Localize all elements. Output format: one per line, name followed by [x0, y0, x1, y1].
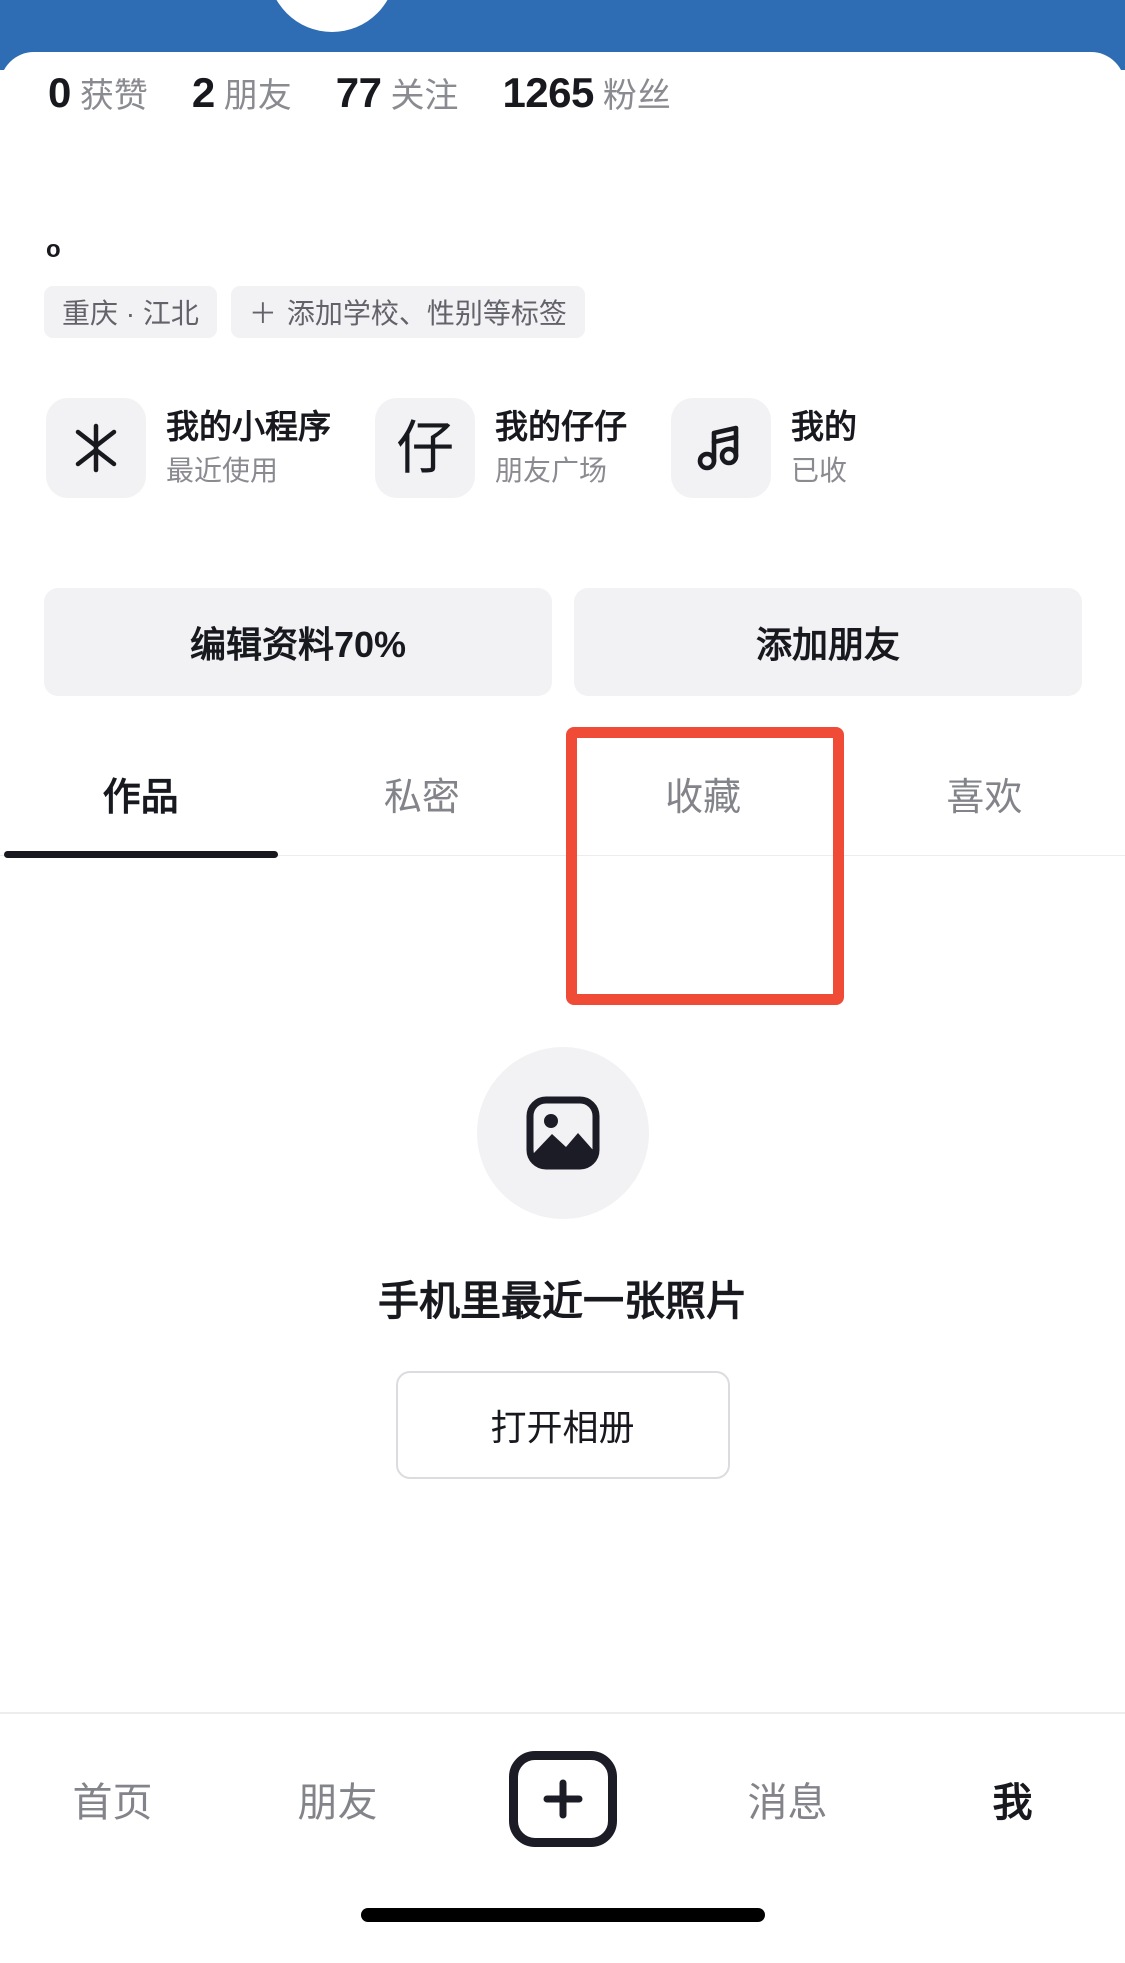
- mini-card-zaizai-text: 我的仔仔 朋友广场: [495, 406, 627, 490]
- bottom-nav: 首页 朋友 消息 我: [0, 1714, 1125, 1884]
- nav-item-home[interactable]: 首页: [0, 1770, 225, 1828]
- mini-card-miniprogram-title: 我的小程序: [166, 408, 331, 446]
- mini-card-miniprogram-subtitle: 最近使用: [166, 455, 279, 487]
- empty-state: 手机里最近一张照片 打开相册: [0, 1047, 1125, 1479]
- stat-following[interactable]: 77 关注: [336, 68, 459, 117]
- zaizai-icon: 仔: [375, 398, 475, 498]
- empty-state-title: 手机里最近一张照片: [378, 1278, 747, 1324]
- mini-card-miniprogram-text: 我的小程序 最近使用: [166, 406, 331, 490]
- sparkle-icon: [46, 398, 146, 498]
- mini-program-cards: 我的小程序 最近使用 仔 我的仔仔 朋友广场 我的 已收: [46, 398, 901, 498]
- tag-location-label: 重庆 · 江北: [62, 298, 199, 329]
- profile-content-card: [0, 52, 1125, 1963]
- mini-card-music-title: 我的: [791, 408, 857, 446]
- image-placeholder-icon: [476, 1047, 649, 1219]
- mini-card-music-subtitle: 已收: [791, 455, 848, 487]
- nav-item-create[interactable]: [450, 1751, 675, 1847]
- profile-bio[interactable]: o: [46, 238, 61, 262]
- stat-followers-value: 1265: [502, 69, 594, 116]
- stat-following-value: 77: [335, 69, 382, 116]
- profile-tabs-row: 作品 私密 收藏 喜欢: [0, 730, 1125, 856]
- mini-card-music[interactable]: 我的 已收: [671, 398, 857, 498]
- home-indicator: [360, 1908, 765, 1922]
- stat-likes-label: 获赞: [79, 77, 148, 115]
- tab-favorites[interactable]: 收藏: [563, 730, 844, 856]
- profile-tags: 重庆 · 江北 ＋ 添加学校、性别等标签: [44, 286, 599, 338]
- stat-followers[interactable]: 1265 粉丝: [502, 68, 670, 117]
- profile-stats: 0 获赞 2 朋友 77 关注 1265 粉丝: [48, 68, 715, 117]
- open-album-button[interactable]: 打开相册: [395, 1371, 730, 1479]
- tag-location[interactable]: 重庆 · 江北: [44, 286, 217, 338]
- app-screen: 0 获赞 2 朋友 77 关注 1265 粉丝 o 重庆 · 江北 ＋ 添加学校…: [0, 0, 1125, 1963]
- tab-likes[interactable]: 喜欢: [844, 730, 1125, 856]
- stat-friends[interactable]: 2 朋友: [192, 68, 292, 117]
- nav-item-friends[interactable]: 朋友: [225, 1770, 450, 1828]
- stat-likes-value: 0: [48, 69, 71, 116]
- mini-card-zaizai-subtitle: 朋友广场: [495, 455, 608, 487]
- stat-following-label: 关注: [390, 77, 459, 115]
- tab-private[interactable]: 私密: [281, 730, 562, 856]
- tab-works[interactable]: 作品: [0, 730, 281, 856]
- plus-button-icon: [508, 1751, 617, 1847]
- plus-icon: ＋: [248, 298, 277, 329]
- music-note-icon: [671, 398, 771, 498]
- profile-actions: 编辑资料70% 添加朋友: [44, 588, 1082, 696]
- tag-add-label: 添加学校、性别等标签: [286, 298, 567, 329]
- active-tab-indicator: [4, 851, 278, 858]
- nav-item-me[interactable]: 我: [900, 1770, 1125, 1828]
- stat-friends-label: 朋友: [223, 77, 292, 115]
- mini-card-zaizai[interactable]: 仔 我的仔仔 朋友广场: [375, 398, 627, 498]
- nav-item-messages[interactable]: 消息: [675, 1770, 900, 1828]
- mini-card-miniprogram[interactable]: 我的小程序 最近使用: [46, 398, 331, 498]
- avatar[interactable]: [268, 0, 396, 32]
- profile-tabs: 作品 私密 收藏 喜欢: [0, 730, 1125, 856]
- stat-followers-label: 粉丝: [602, 77, 671, 115]
- stat-likes[interactable]: 0 获赞: [48, 68, 148, 117]
- edit-profile-button[interactable]: 编辑资料70%: [44, 588, 552, 696]
- stat-friends-value: 2: [191, 69, 215, 116]
- tag-add[interactable]: ＋ 添加学校、性别等标签: [230, 286, 585, 338]
- add-friend-button[interactable]: 添加朋友: [574, 588, 1082, 696]
- mini-card-music-text: 我的 已收: [791, 406, 857, 490]
- mini-card-zaizai-title: 我的仔仔: [495, 408, 627, 446]
